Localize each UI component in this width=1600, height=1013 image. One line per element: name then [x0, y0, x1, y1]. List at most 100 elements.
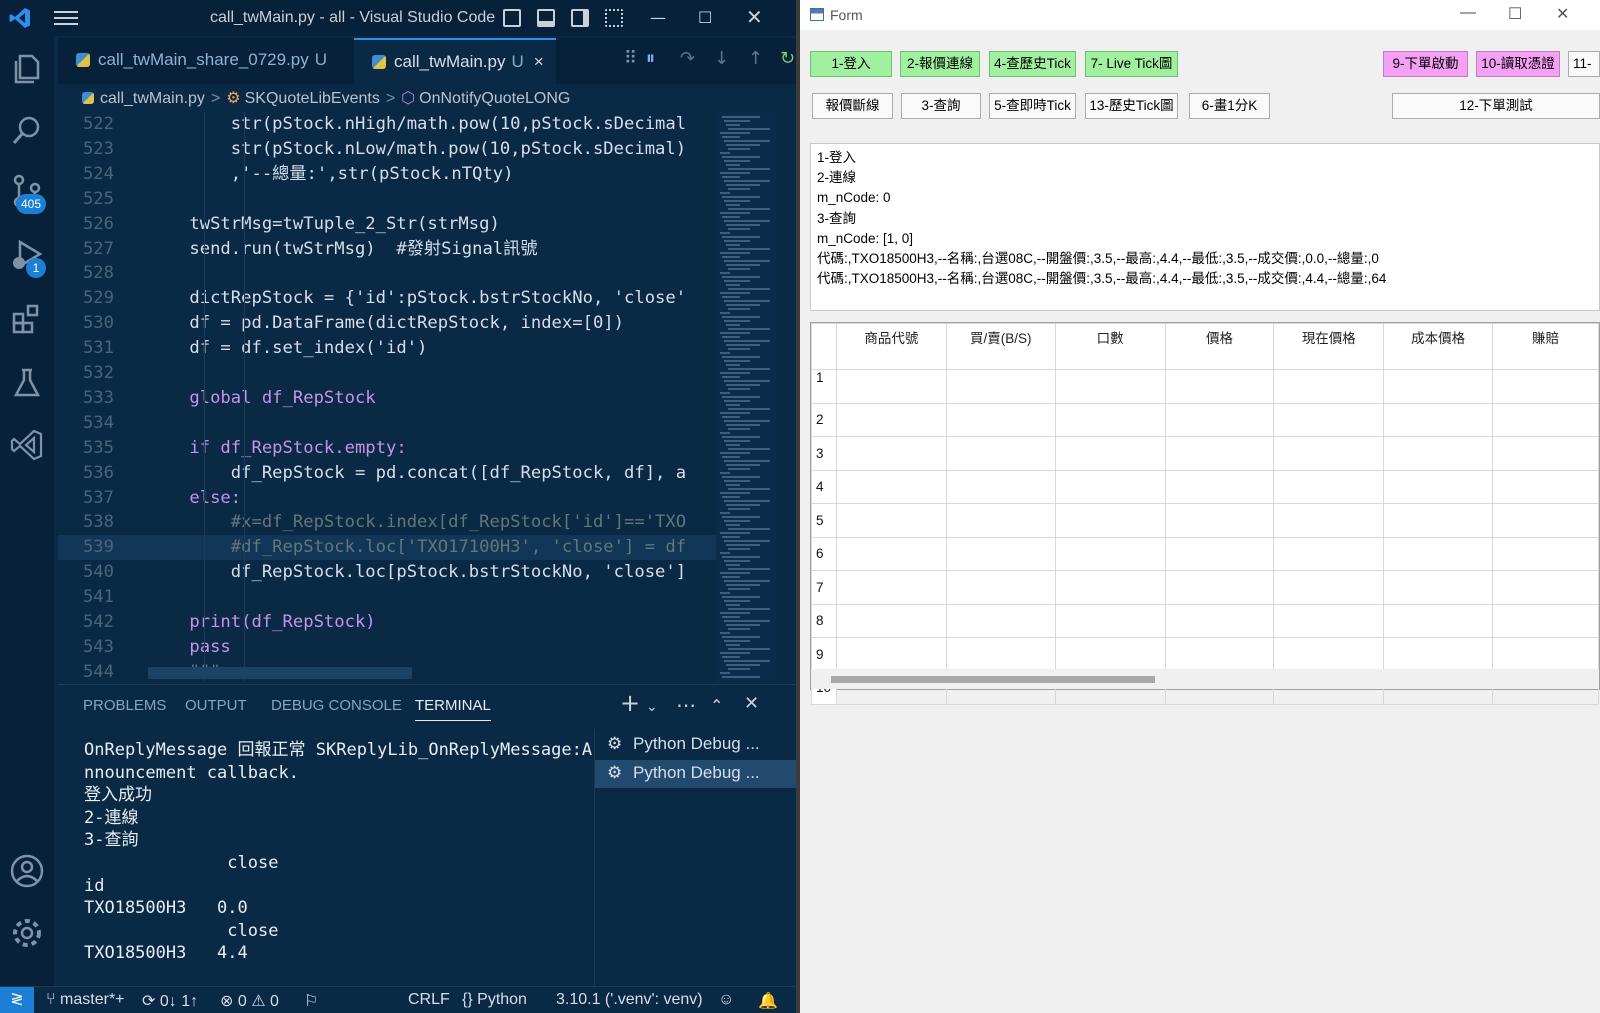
- eol-status[interactable]: CRLF: [408, 991, 450, 1009]
- grid-cell[interactable]: [1492, 369, 1599, 404]
- grid-cell[interactable]: [1383, 402, 1494, 437]
- grid-cell[interactable]: [835, 436, 947, 471]
- grid-cell[interactable]: [1164, 503, 1275, 538]
- grid-cell[interactable]: [1492, 637, 1599, 672]
- form-minimize-icon[interactable]: —: [1460, 4, 1476, 22]
- grid-cell[interactable]: [835, 637, 947, 672]
- language-status[interactable]: {} Python: [462, 991, 527, 1009]
- grid-cell[interactable]: [945, 369, 1056, 404]
- table-row[interactable]: 4: [811, 469, 1599, 504]
- toggle-secondary-sidebar-icon[interactable]: [571, 9, 589, 27]
- grid-cell[interactable]: [1383, 469, 1494, 504]
- table-row[interactable]: 2: [811, 402, 1599, 437]
- code-line[interactable]: 523 str(pStock.nLow/math.pow(10,pStock.s…: [58, 137, 718, 162]
- grid-cell[interactable]: [1054, 469, 1166, 504]
- code-line[interactable]: 526 twStrMsg=twTuple_2_Str(strMsg): [58, 212, 718, 237]
- code-line[interactable]: 531 df = df.set_index('id'): [58, 336, 718, 361]
- tab-close-icon[interactable]: ×: [534, 52, 544, 71]
- grid-cell[interactable]: [1054, 402, 1166, 437]
- grid-cell[interactable]: [1164, 536, 1275, 571]
- grid-cell[interactable]: [945, 637, 1056, 672]
- row-header[interactable]: 4: [811, 469, 837, 504]
- grid-cell[interactable]: [945, 570, 1056, 605]
- grid-cell[interactable]: [1273, 637, 1385, 672]
- table-row[interactable]: 1: [811, 369, 1599, 404]
- login-button[interactable]: 1-登入: [810, 51, 892, 77]
- grid-cell[interactable]: [1054, 603, 1166, 638]
- settings-gear-icon[interactable]: [8, 914, 46, 952]
- step-over-icon[interactable]: ↷: [680, 48, 695, 69]
- grid-cell[interactable]: [945, 603, 1056, 638]
- extensions-icon[interactable]: [8, 300, 46, 338]
- table-row[interactable]: 7: [811, 570, 1599, 605]
- minimap[interactable]: [716, 112, 776, 682]
- grid-cell[interactable]: [1164, 369, 1275, 404]
- hamburger-menu-icon[interactable]: [54, 8, 78, 28]
- grid-cell[interactable]: [1273, 503, 1385, 538]
- tab-call-twmain-share[interactable]: call_twMain_share_0729.py U: [58, 38, 354, 84]
- table-row[interactable]: 3: [811, 436, 1599, 471]
- toggle-primary-sidebar-icon[interactable]: [503, 9, 521, 27]
- code-line[interactable]: 527 send.run(twStrMsg) #發射Signal訊號: [58, 237, 718, 262]
- close-window-icon[interactable]: ✕: [746, 5, 763, 29]
- grid-cell[interactable]: [835, 469, 947, 504]
- branch-status[interactable]: ⑂ master*+: [46, 991, 125, 1009]
- grid-cell[interactable]: [1492, 469, 1599, 504]
- problems-status[interactable]: ⊗ 0 ⚠ 0: [220, 991, 279, 1011]
- grid-horizontal-scrollbar[interactable]: [811, 669, 1599, 689]
- maximize-icon[interactable]: ☐: [698, 8, 712, 27]
- code-editor[interactable]: 522 str(pStock.nHigh/math.pow(10,pStock.…: [58, 112, 796, 682]
- grid-cell[interactable]: [1164, 402, 1275, 437]
- draw-1min-k-button[interactable]: 6-畫1分K: [1189, 93, 1270, 119]
- code-line[interactable]: 529 dictRepStock = {'id':pStock.bstrStoc…: [58, 286, 718, 311]
- table-row[interactable]: 6: [811, 536, 1599, 571]
- code-line[interactable]: 537 else:: [58, 486, 718, 511]
- form-close-icon[interactable]: ✕: [1556, 4, 1569, 24]
- quote-connect-button[interactable]: 2-報價連線: [900, 51, 980, 77]
- tab-problems[interactable]: PROBLEMS: [83, 697, 166, 714]
- code-line[interactable]: 524 ,'--總量:',str(pStock.nTQty): [58, 162, 718, 187]
- row-header[interactable]: 3: [811, 436, 837, 471]
- history-tick-button[interactable]: 4-查歷史Tick: [989, 51, 1076, 77]
- grid-cell[interactable]: [1492, 603, 1599, 638]
- row-header[interactable]: 5: [811, 503, 837, 538]
- column-header[interactable]: 口數: [1054, 323, 1166, 370]
- chevron-down-icon[interactable]: ⌄: [646, 699, 658, 715]
- code-line[interactable]: 540 df_RepStock.loc[pStock.bstrStockNo, …: [58, 560, 718, 585]
- search-icon[interactable]: [8, 112, 46, 150]
- code-line[interactable]: 535 if df_RepStock.empty:: [58, 436, 718, 461]
- grid-cell[interactable]: [945, 503, 1056, 538]
- grid-cell[interactable]: [1273, 570, 1385, 605]
- grid-cell[interactable]: [1164, 570, 1275, 605]
- code-line[interactable]: 528: [58, 261, 718, 286]
- button-11[interactable]: 11-: [1568, 51, 1600, 77]
- editor-horizontal-scrollbar[interactable]: [148, 667, 412, 679]
- query-button[interactable]: 3-查詢: [901, 93, 981, 119]
- history-tick-chart-button[interactable]: 13-歷史Tick圖: [1085, 93, 1178, 119]
- breadcrumb-method[interactable]: OnNotifyQuoteLONG: [419, 90, 570, 107]
- grid-cell[interactable]: [945, 536, 1056, 571]
- testing-flask-icon[interactable]: [8, 364, 46, 402]
- code-line[interactable]: 539 #df_RepStock.loc['TXO17100H3', 'clos…: [58, 535, 718, 561]
- grid-cell[interactable]: [1164, 436, 1275, 471]
- row-header[interactable]: 9: [811, 637, 837, 672]
- order-start-button[interactable]: 9-下單啟動: [1383, 51, 1468, 77]
- row-header[interactable]: 7: [811, 570, 837, 605]
- minimize-icon[interactable]: —: [650, 8, 666, 27]
- orders-grid[interactable]: 商品代號 買/賣(B/S) 口數 價格 現在價格 成本價格 賺賠 1234567…: [810, 322, 1600, 705]
- breadcrumb-file[interactable]: call_twMain.py: [100, 90, 205, 107]
- visual-studio-icon[interactable]: [8, 426, 46, 464]
- grid-cell[interactable]: [1383, 536, 1494, 571]
- tab-call-twmain[interactable]: call_twMain.py U ×: [354, 38, 556, 84]
- grid-cell[interactable]: [1273, 436, 1385, 471]
- new-terminal-icon[interactable]: +: [620, 689, 640, 717]
- notifications-bell-icon[interactable]: 🔔: [758, 991, 778, 1011]
- grid-cell[interactable]: [1383, 637, 1494, 672]
- grid-cell[interactable]: [1273, 603, 1385, 638]
- grid-cell[interactable]: [1273, 536, 1385, 571]
- grid-cell[interactable]: [1054, 436, 1166, 471]
- code-line[interactable]: 538 #x=df_RepStock.index[df_RepStock['id…: [58, 510, 718, 535]
- restart-icon[interactable]: ↻: [780, 48, 795, 69]
- grid-cell[interactable]: [1492, 570, 1599, 605]
- editor-vertical-scrollbar[interactable]: [780, 112, 796, 682]
